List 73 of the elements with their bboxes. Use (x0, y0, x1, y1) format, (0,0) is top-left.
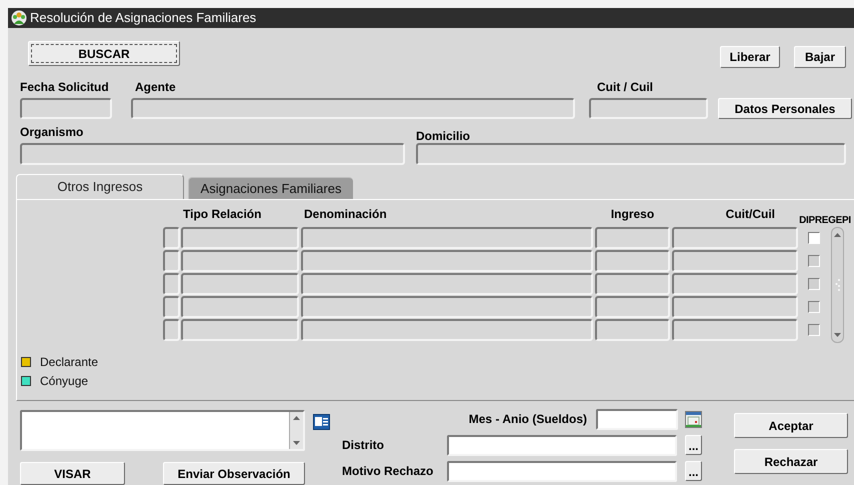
checkbox[interactable] (808, 232, 820, 244)
table-cell[interactable] (181, 319, 299, 341)
calendar-icon[interactable] (685, 410, 702, 428)
lookup-button[interactable]: ... (685, 435, 702, 455)
editor-icon[interactable] (313, 414, 330, 430)
table-cell[interactable] (301, 273, 593, 295)
arrow-down-icon[interactable] (833, 331, 842, 339)
release-button[interactable]: Liberar (720, 46, 780, 68)
table-cell[interactable] (672, 319, 798, 341)
field-label: Cuit / Cuil (596, 80, 654, 94)
column-header: DIPREGEPI (798, 215, 852, 226)
field-label: Motivo Rechazo (342, 464, 434, 478)
field-label: Organismo (20, 125, 84, 139)
period-field[interactable] (596, 408, 678, 430)
send-observation-button[interactable]: Enviar Observación (163, 462, 305, 485)
table-cell[interactable] (595, 250, 670, 272)
record-indicator[interactable] (163, 296, 180, 318)
text-field[interactable] (20, 143, 405, 165)
column-header: Cuit/Cuil (724, 207, 776, 221)
text-field[interactable] (131, 98, 575, 119)
scrollbar[interactable] (831, 227, 844, 343)
table-cell[interactable] (672, 273, 798, 295)
search-button[interactable]: BUSCAR (28, 41, 180, 66)
table-cell[interactable] (181, 273, 299, 295)
legend-label: Declarante (40, 355, 98, 369)
approve-button[interactable]: VISAR (20, 462, 125, 485)
column-header: Tipo Relación (182, 207, 262, 221)
reject-button[interactable]: Rechazar (734, 449, 848, 474)
column-header: Denominación (303, 207, 388, 221)
text-field[interactable] (416, 143, 846, 165)
table-cell[interactable] (595, 227, 670, 249)
field-label: Agente (134, 80, 177, 94)
field-label: Fecha Solicitud (20, 80, 110, 94)
field-label: Distrito (342, 438, 385, 452)
lookup-button[interactable]: ... (685, 461, 702, 481)
arrow-up-icon[interactable] (833, 231, 842, 239)
table-cell[interactable] (301, 250, 593, 272)
table-cell[interactable] (672, 250, 798, 272)
record-indicator[interactable] (163, 273, 180, 295)
record-indicator[interactable] (163, 319, 180, 341)
table-cell[interactable] (301, 227, 593, 249)
table-cell[interactable] (595, 296, 670, 318)
grip-icon[interactable] (834, 278, 840, 292)
field-label: Mes - Anio (Sueldos) (468, 412, 588, 426)
table-cell[interactable] (301, 319, 593, 341)
record-indicator[interactable] (163, 250, 180, 272)
scrollbar[interactable] (289, 412, 303, 449)
tab[interactable]: Otros Ingresos (16, 174, 184, 199)
arrow-down-icon[interactable] (292, 439, 301, 447)
table-cell[interactable] (181, 296, 299, 318)
table-cell[interactable] (595, 273, 670, 295)
table-cell[interactable] (181, 227, 299, 249)
district-field[interactable] (447, 434, 677, 456)
field-label: Domicilio (416, 129, 472, 143)
arrow-up-icon[interactable] (292, 414, 301, 422)
download-button[interactable]: Bajar (794, 46, 846, 68)
observation-field[interactable] (20, 410, 305, 451)
table-cell[interactable] (672, 296, 798, 318)
table-cell[interactable] (672, 227, 798, 249)
table-cell[interactable] (595, 319, 670, 341)
reject-reason-field[interactable] (447, 460, 677, 482)
legend-label: Cónyuge (40, 374, 88, 388)
column-header: Ingreso (610, 207, 656, 221)
table-cell[interactable] (301, 296, 593, 318)
personal-data-button[interactable]: Datos Personales (718, 98, 852, 119)
window-title: Resolución de Asignaciones Familiares (30, 9, 256, 28)
tab[interactable]: Asignaciones Familiares (188, 177, 353, 199)
text-field[interactable] (20, 98, 112, 119)
accept-button[interactable]: Aceptar (734, 413, 848, 438)
record-indicator[interactable] (163, 227, 180, 249)
text-field[interactable] (589, 98, 708, 119)
people-icon (11, 10, 27, 26)
table-cell[interactable] (181, 250, 299, 272)
